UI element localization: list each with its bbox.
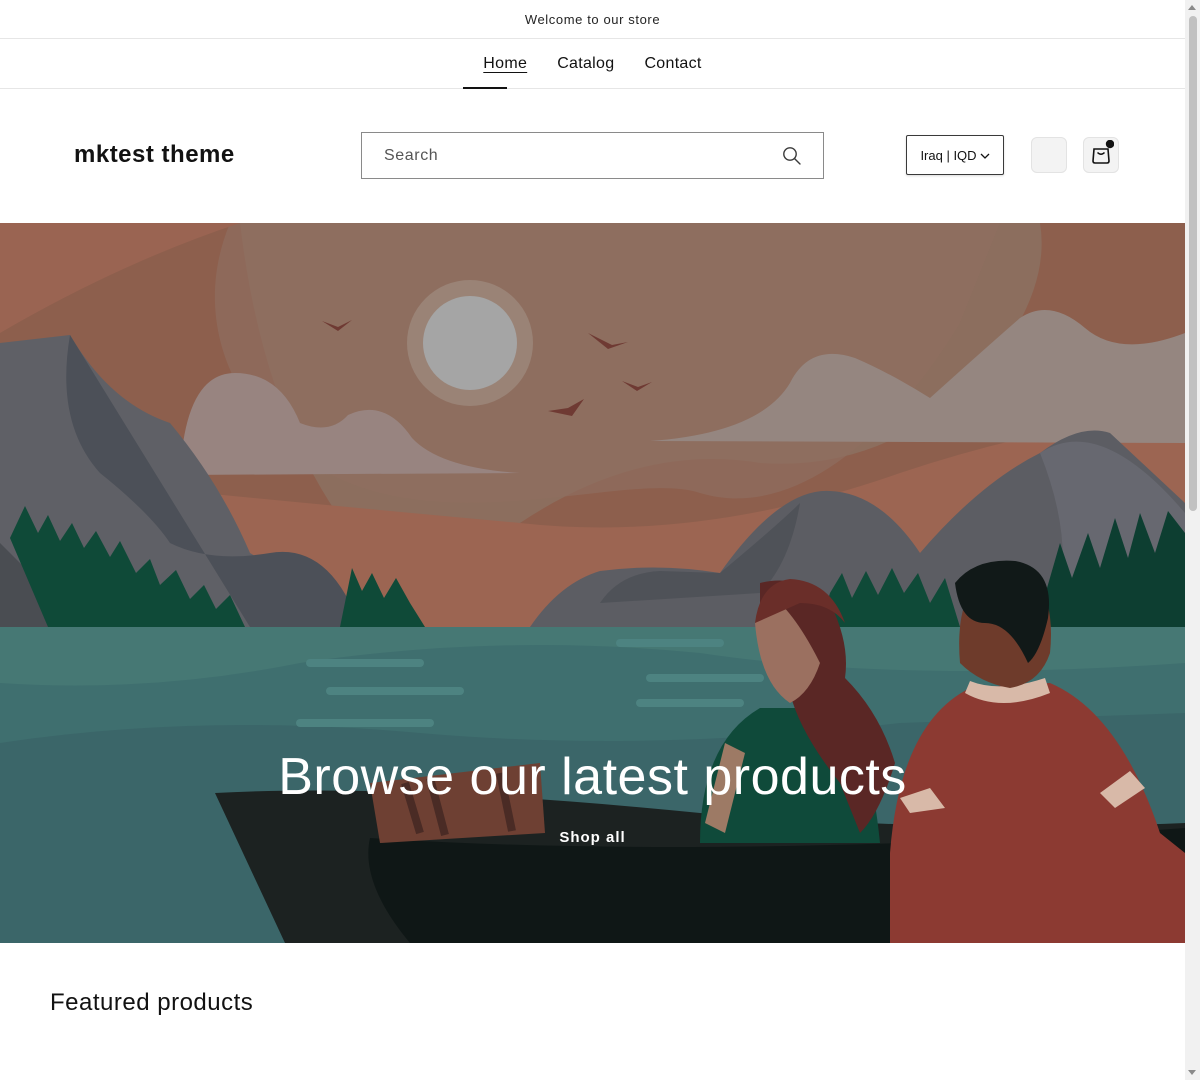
scrollbar-thumb[interactable] (1189, 16, 1197, 511)
cart-button[interactable] (1083, 137, 1119, 173)
announcement-bar: Welcome to our store (0, 0, 1185, 39)
featured-products-title: Featured products (50, 989, 254, 1016)
country-currency-selector[interactable]: Iraq | IQD (906, 135, 1004, 175)
scroll-down-arrow-icon[interactable] (1188, 1070, 1196, 1075)
site-header: mktest theme Iraq | IQD (0, 89, 1185, 222)
account-button[interactable] (1031, 137, 1067, 173)
shop-all-button-wrapper: Shop all (0, 829, 1185, 846)
nav-item-catalog[interactable]: Catalog (542, 55, 629, 73)
cart-icon (1088, 139, 1115, 171)
store-logo[interactable]: mktest theme (74, 141, 235, 169)
hero-banner: Browse our latest products Shop all (0, 223, 1185, 943)
search-box (361, 132, 824, 179)
search-input[interactable] (382, 145, 781, 166)
announcement-text: Welcome to our store (524, 11, 661, 27)
page-scrollbar[interactable] (1185, 0, 1200, 1080)
nav-item-home[interactable]: Home (468, 55, 542, 73)
hero-heading: Browse our latest products (278, 748, 907, 806)
search-icon[interactable] (781, 145, 803, 167)
page: Welcome to our store Home Catalog Contac… (0, 0, 1185, 1080)
main-nav: Home Catalog Contact (0, 39, 1185, 89)
shop-all-button[interactable]: Shop all (559, 829, 625, 846)
nav-item-contact[interactable]: Contact (629, 55, 716, 73)
country-currency-label: Iraq | IQD (920, 147, 977, 163)
chevron-down-icon (980, 148, 990, 163)
scroll-up-arrow-icon[interactable] (1188, 5, 1196, 10)
